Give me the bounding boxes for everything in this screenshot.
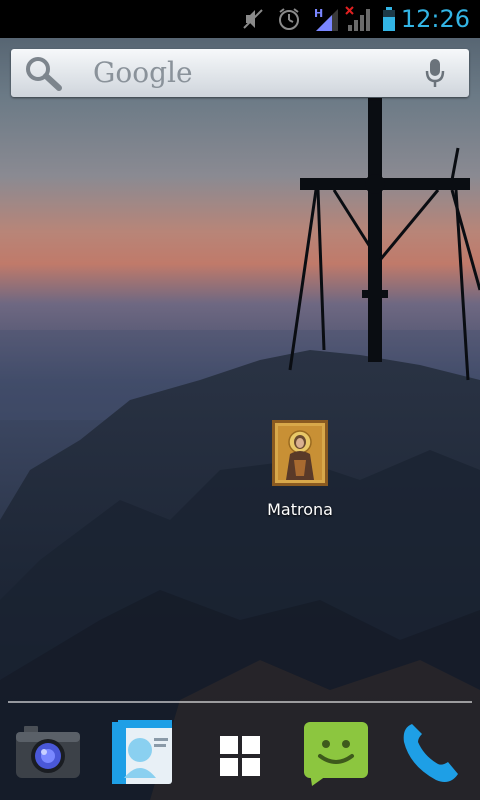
camera-icon[interactable] [12, 716, 84, 788]
google-search-bar[interactable]: Google [11, 49, 469, 97]
status-bar: H 12:26 [0, 0, 480, 38]
phone-icon[interactable] [396, 716, 468, 788]
search-icon[interactable] [23, 55, 67, 91]
google-search-label[interactable]: Google [93, 55, 193, 91]
alarm-icon [279, 8, 299, 30]
mic-icon[interactable] [423, 57, 447, 89]
sound-muted-icon [243, 9, 263, 29]
clock[interactable]: 12:26 [401, 4, 470, 34]
wallpaper [0, 0, 480, 800]
mobile-data-signal-icon: H [314, 7, 338, 31]
app-drawer-icon[interactable] [204, 716, 276, 788]
dock-divider [8, 701, 472, 703]
no-signal-icon [345, 6, 370, 31]
app-label[interactable]: Matrona [236, 500, 364, 519]
battery-icon [383, 7, 395, 31]
contacts-icon[interactable] [106, 716, 178, 788]
network-type-label: H [314, 7, 323, 20]
messaging-icon[interactable] [300, 716, 372, 788]
icon-app[interactable] [272, 420, 328, 486]
